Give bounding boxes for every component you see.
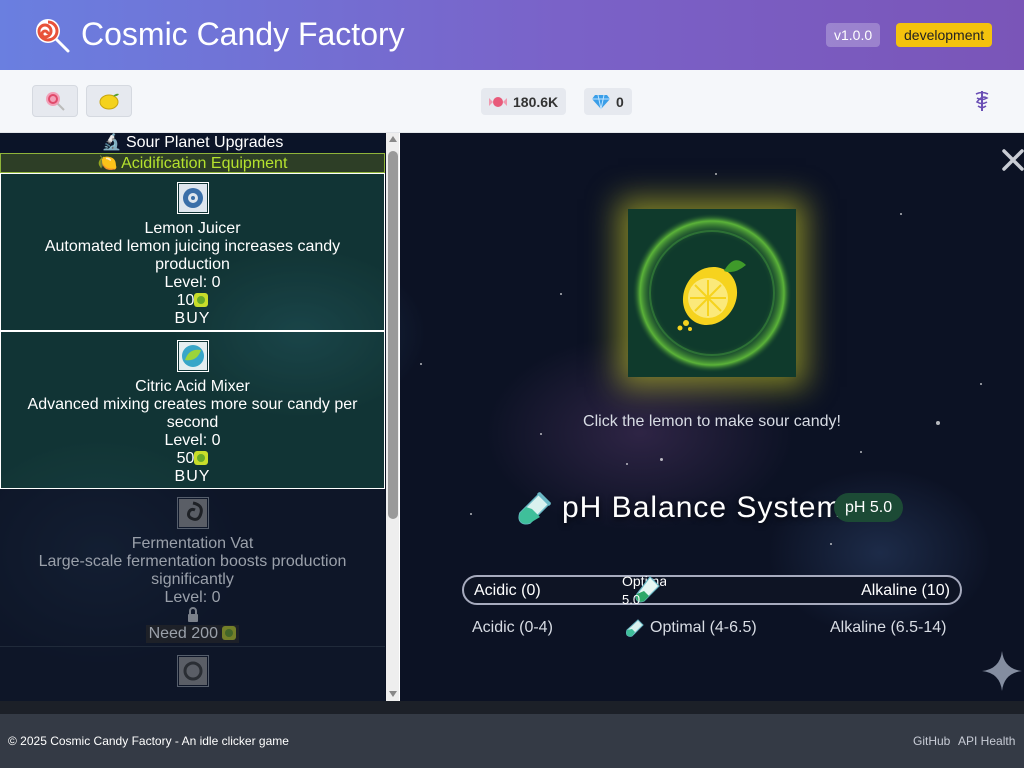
ph-balance-bar: Acidic (0) Alkaline (10) Optimal 5.0 <box>462 574 962 606</box>
lollipop-icon <box>46 92 65 111</box>
ph-value-badge: pH 5.0 <box>834 493 904 522</box>
ph-bar-alkaline-label: Alkaline (10) <box>861 582 950 599</box>
machine-icon <box>176 655 209 687</box>
gear-icon <box>176 182 209 214</box>
upgrade-level: Level: 0 <box>164 589 221 606</box>
upgrade-level: Level: 0 <box>164 432 221 449</box>
upgrade-cost: 10 <box>1 292 384 310</box>
upgrade-category-title: 🍋 Acidification Equipment <box>0 153 385 173</box>
footer-link-api-health[interactable]: API Health <box>958 734 1015 748</box>
upgrade-panel: 🔬 Sour Planet Upgrades 🍋 Acidification E… <box>0 133 400 701</box>
gem-icon <box>592 94 610 109</box>
sparkle-icon <box>982 651 1022 691</box>
ph-marker: Optimal 5.0 <box>622 574 666 606</box>
ph-zone-optimal-label: Optimal (4-6.5) <box>650 619 757 636</box>
buy-button[interactable]: BUY <box>1 468 384 486</box>
ph-zone-alkaline: Alkaline (6.5-14) <box>830 619 947 636</box>
buy-button[interactable]: BUY <box>1 310 384 328</box>
scroll-up-arrow-icon[interactable] <box>389 136 397 142</box>
test-tube-icon <box>626 619 644 637</box>
ph-title: pH Balance System <box>562 491 843 524</box>
upgrade-description: Large-scale fermentation boosts producti… <box>38 553 347 588</box>
environment-badge: development <box>896 23 993 47</box>
upgrade-cost-value: 10 <box>176 292 195 309</box>
leaf-orb-icon <box>176 340 209 372</box>
candy-counter: 180.6K <box>481 88 567 115</box>
toolbar: 180.6K 0 <box>0 70 1024 133</box>
sour-coin-icon <box>194 451 209 465</box>
version-badge: v1.0.0 <box>826 23 881 47</box>
app-header: Cosmic Candy Factory v1.0.0 development <box>0 0 1024 70</box>
gem-count: 0 <box>616 93 624 110</box>
scroll-down-arrow-icon[interactable] <box>389 691 397 697</box>
test-tube-icon <box>518 491 552 525</box>
lock-icon <box>0 607 385 625</box>
upgrade-description: Automated lemon juicing increases candy … <box>44 238 341 273</box>
candy-icon <box>489 96 507 107</box>
ph-zone-optimal: Optimal (4-6.5) <box>626 619 757 637</box>
ph-zone-acidic: Acidic (0-4) <box>472 619 553 636</box>
upgrade-card-citric-acid-mixer[interactable]: Citric Acid Mixer Advanced mixing create… <box>0 331 385 489</box>
vortex-icon <box>176 497 209 529</box>
footer: © 2025 Cosmic Candy Factory - An idle cl… <box>0 714 1024 768</box>
upgrade-name: Lemon Juicer <box>144 220 241 237</box>
app-title: Cosmic Candy Factory <box>81 16 405 52</box>
gem-counter: 0 <box>584 88 632 115</box>
upgrade-name: Citric Acid Mixer <box>135 378 250 395</box>
upgrade-level: Level: 0 <box>164 274 221 291</box>
footer-link-github[interactable]: GitHub <box>913 734 950 748</box>
upgrade-name: Fermentation Vat <box>131 535 254 552</box>
ph-marker-value: 5.0 <box>622 592 641 606</box>
upgrade-panel-scrollbar[interactable] <box>386 133 399 701</box>
sour-coin-icon <box>222 626 237 640</box>
footer-divider <box>0 701 1024 714</box>
lemon-clicker[interactable] <box>628 209 796 377</box>
game-area: 🔬 Sour Planet Upgrades 🍋 Acidification E… <box>0 133 1024 701</box>
sour-coin-icon <box>194 293 209 307</box>
close-icon[interactable] <box>1000 147 1024 173</box>
lemon-icon <box>99 93 119 110</box>
lollipop-icon <box>36 19 70 53</box>
caduceus-icon <box>975 91 989 111</box>
ph-bar-acidic-label: Acidic (0) <box>474 582 541 599</box>
locked-requirement-text: Need 200 <box>148 625 218 642</box>
upgrade-cost-value: 50 <box>176 450 195 467</box>
upgrade-card-lemon-juicer[interactable]: Lemon Juicer Automated lemon juicing inc… <box>0 173 385 331</box>
candy-count: 180.6K <box>513 93 559 110</box>
upgrade-cost: 50 <box>1 450 384 468</box>
settings-button[interactable] <box>970 89 994 113</box>
upgrade-card-fermentation-vat: Fermentation Vat Large-scale fermentatio… <box>0 489 385 647</box>
planet-button-sour[interactable] <box>86 85 132 117</box>
footer-copyright: © 2025 Cosmic Candy Factory - An idle cl… <box>8 734 289 748</box>
ph-title-row: pH Balance System <box>518 491 842 525</box>
upgrade-panel-title: 🔬 Sour Planet Upgrades <box>0 133 385 153</box>
locked-requirement: Need 200 <box>145 625 240 643</box>
planet-button-candy[interactable] <box>32 85 78 117</box>
lemon-icon <box>632 213 792 373</box>
scroll-thumb[interactable] <box>388 151 398 519</box>
upgrade-card-locked-next <box>0 647 385 701</box>
upgrade-description: Advanced mixing creates more sour candy … <box>27 396 358 431</box>
click-hint: Click the lemon to make sour candy! <box>583 413 841 430</box>
